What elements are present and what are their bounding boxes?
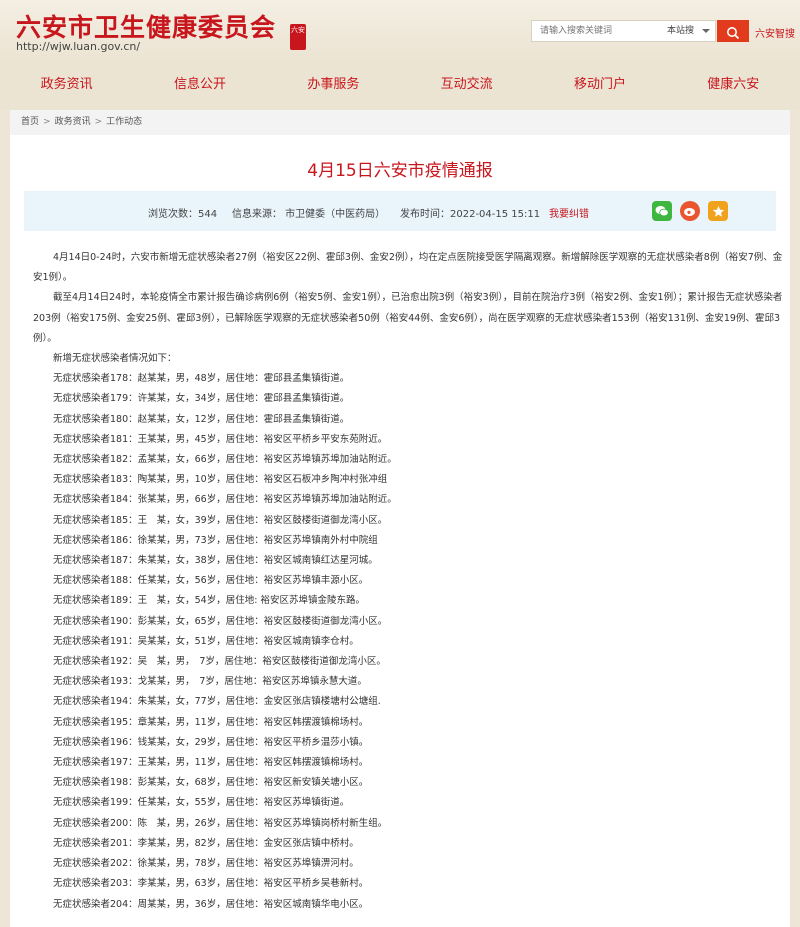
nav-item-interaction[interactable]: 互动交流 (400, 60, 533, 110)
breadcrumb-work-updates[interactable]: 工作动态 (106, 117, 142, 127)
nav-item-news[interactable]: 政务资讯 (0, 60, 133, 110)
site-url: http://wjw.luan.gov.cn/ (16, 40, 141, 53)
list-item: 无症状感染者196：钱某某，女，29岁，居住地：裕安区平桥乡温莎小镇。 (53, 736, 369, 748)
smart-search-link[interactable]: 六安智搜 (755, 25, 795, 40)
list-item: 无症状感染者179：许某某，女，34岁，居住地：霍邱县孟集镇街道。 (53, 393, 350, 405)
list-item: 无症状感染者188：任某某，女，56岁，居住地：裕安区苏埠镇丰源小区。 (53, 575, 369, 587)
info-source: 信息来源： 市卫健委（中医药局） (232, 209, 386, 220)
list-item: 无症状感染者200：陈 某，男，26岁，居住地：裕安区苏埠镇岗桥村新生组。 (53, 817, 388, 829)
breadcrumb-home[interactable]: 首页 (21, 117, 39, 127)
search-input[interactable] (532, 21, 668, 41)
list-item: 无症状感染者183：陶某某，男，10岁，居住地：裕安区石板冲乡陶冲村张冲组 (53, 474, 388, 486)
list-item: 无症状感染者184：张某某，男，66岁，居住地：裕安区苏埠镇苏埠加油站附近。 (53, 494, 397, 506)
search-button[interactable] (717, 20, 749, 42)
list-item: 无症状感染者199：任某某，女，55岁，居住地：裕安区苏埠镇街道。 (53, 797, 350, 809)
breadcrumb-separator: > (43, 117, 51, 127)
site-title[interactable]: 六安市卫生健康委员会 (16, 8, 276, 44)
nav-item-services[interactable]: 办事服务 (267, 60, 400, 110)
article-meta-bar: 浏览次数：544 信息来源： 市卫健委（中医药局） 发布时间：2022-04-1… (24, 191, 776, 231)
list-item: 无症状感染者182：孟某某，女，66岁，居住地：裕安区苏埠镇苏埠加油站附近。 (53, 454, 397, 466)
article-body: 4月14日0-24时，六安市新增无症状感染者27例（裕安区22例、霍邱3例、金安… (33, 248, 783, 915)
list-item: 无症状感染者203：李某某，男，63岁，居住地：裕安区平桥乡吴巷新村。 (53, 878, 369, 890)
site-header: 六安市卫生健康委员会 六安 http://wjw.luan.gov.cn/ 本站… (0, 0, 800, 60)
list-item: 无症状感染者191：吴某某，女，51岁，居住地：裕安区城南镇李仓村。 (53, 635, 359, 647)
nav-item-info-disclosure[interactable]: 信息公开 (133, 60, 266, 110)
list-item: 无症状感染者197：王某某，男，11岁，居住地：裕安区韩摆渡镇棉场村。 (53, 757, 369, 769)
main-nav: 政务资讯 信息公开 办事服务 互动交流 移动门户 健康六安 (0, 60, 800, 110)
search-scope-select[interactable]: 本站搜 (667, 21, 694, 41)
list-item: 无症状感染者204：周某某，男，36岁，居住地：裕安区城南镇华电小区。 (53, 898, 369, 910)
list-item: 无症状感染者180：赵某某，女，12岁，居住地：霍邱县孟集镇街道。 (53, 413, 350, 425)
breadcrumb-news[interactable]: 政务资讯 (55, 117, 91, 127)
case-list: 无症状感染者178：赵某某，男，48岁，居住地：霍邱县孟集镇街道。 无症状感染者… (33, 369, 783, 914)
favorite-icon[interactable] (708, 201, 728, 221)
search-box: 本站搜 (531, 20, 716, 42)
article-title: 4月15日六安市疫情通报 (307, 161, 493, 181)
chevron-down-icon[interactable] (702, 29, 710, 33)
report-error-link[interactable]: 我要纠错 (549, 205, 589, 220)
wechat-icon[interactable] (652, 201, 672, 221)
search-icon (727, 27, 740, 40)
list-item: 无症状感染者187：朱某某，女，38岁，居住地：裕安区城南镇红达星河城。 (53, 555, 378, 567)
list-item: 无症状感染者190：彭某某，女，65岁，居住地：裕安区鼓楼街道御龙湾小区。 (53, 615, 388, 627)
nav-item-healthy-luan[interactable]: 健康六安 (667, 60, 800, 110)
publish-time: 发布时间：2022-04-15 15:11 (400, 209, 541, 220)
weibo-icon[interactable] (680, 201, 700, 221)
nav-item-mobile-portal[interactable]: 移动门户 (533, 60, 666, 110)
list-item: 无症状感染者195：章某某，男，11岁，居住地：裕安区韩摆渡镇棉场村。 (53, 716, 369, 728)
list-item: 无症状感染者193：戈某某，男， 7岁，居住地：裕安区苏埠镇永慧大道。 (53, 676, 367, 688)
seal-logo: 六安 (290, 24, 306, 50)
list-item: 无症状感染者186：徐某某，男，73岁，居住地：裕安区苏埠镇南外村中院组 (53, 534, 378, 546)
list-item: 无症状感染者198：彭某某，女，68岁，居住地：裕安区新安镇关塘小区。 (53, 777, 369, 789)
list-item: 无症状感染者189：王 某，女，54岁，居住地: 裕安区苏埠镇金陵东路。 (53, 595, 365, 607)
list-item: 无症状感染者201：李某某，男，82岁，居住地：金安区张店镇中桥村。 (53, 837, 359, 849)
list-item: 无症状感染者178：赵某某，男，48岁，居住地：霍邱县孟集镇街道。 (53, 373, 350, 385)
main-content: 首页 > 政务资讯 > 工作动态 4月15日六安市疫情通报 浏览次数：544 信息来源：… (10, 110, 790, 927)
view-count: 浏览次数：544 (148, 209, 218, 220)
breadcrumb: 首页 > 政务资讯 > 工作动态 (10, 110, 790, 135)
list-item: 无症状感染者185：王 某，女，39岁，居住地：裕安区鼓楼街道御龙湾小区。 (53, 514, 388, 526)
list-item: 无症状感染者194：朱某某，女，77岁，居住地：金安区张店镇楼塘村公塘组. (53, 696, 381, 708)
paragraph-new-cases: 4月14日0-24时，六安市新增无症状感染者27例（裕安区22例、霍邱3例、金安… (33, 252, 783, 284)
list-item: 无症状感染者192：吴 某，男， 7岁，居住地：裕安区鼓楼街道御龙湾小区。 (53, 656, 386, 668)
paragraph-cumulative: 截至4月14日24时，本轮疫情全市累计报告确诊病例6例（裕安5例、金安1例），已… (33, 292, 783, 344)
list-item: 无症状感染者181：王某某，男，45岁，居住地：裕安区平桥乡平安东苑附近。 (53, 433, 388, 445)
paragraph-list-intro: 新增无症状感染者情况如下： (53, 353, 177, 365)
list-item: 无症状感染者202：徐某某，男，78岁，居住地：裕安区苏埠镇淠河村。 (53, 858, 359, 870)
breadcrumb-separator: > (94, 117, 103, 127)
